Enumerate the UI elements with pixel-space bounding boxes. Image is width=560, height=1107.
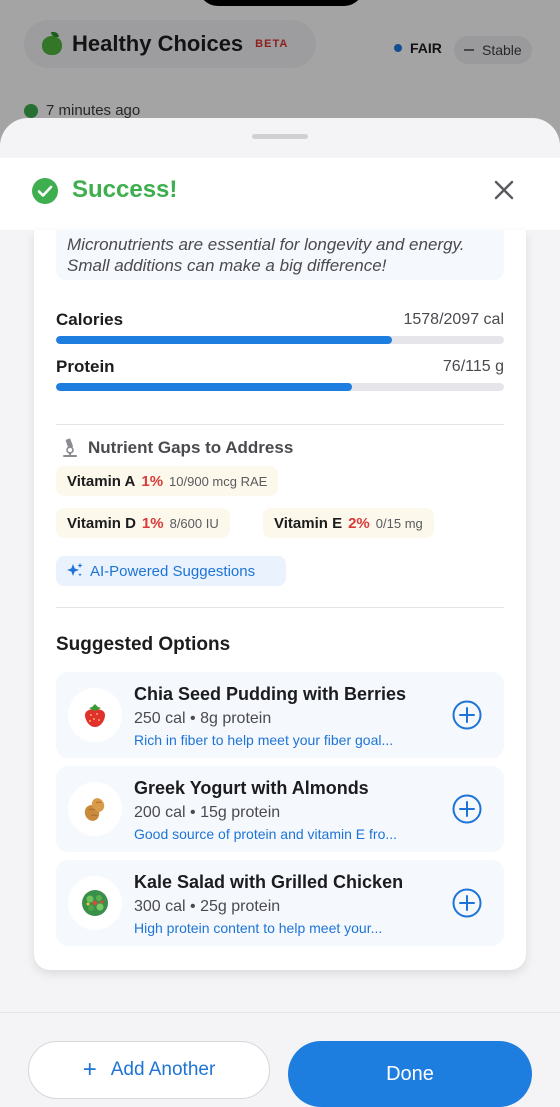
ai-suggestions-badge: AI-Powered Suggestions	[56, 556, 286, 586]
add-option-button[interactable]	[452, 700, 482, 730]
sparkle-icon	[67, 563, 83, 577]
calories-progress-fill	[56, 336, 392, 344]
close-icon	[494, 180, 514, 200]
peanut-icon	[68, 782, 122, 836]
microscope-icon	[63, 438, 77, 457]
protein-progress-fill	[56, 383, 352, 391]
protein-value: 76/115 g	[442, 358, 504, 375]
calories-value: 1578/2097 cal	[403, 311, 504, 328]
option-name: Chia Seed Pudding with Berries	[134, 684, 407, 704]
protein-label: Protein	[56, 357, 115, 376]
close-button[interactable]	[486, 172, 522, 208]
option-meta: 300 cal • 25g protein	[134, 898, 281, 915]
ai-suggestions-label: AI-Powered Suggestions	[90, 562, 256, 580]
protein-progress-bar	[56, 383, 504, 391]
done-label: Done	[386, 1062, 434, 1085]
sheet-footer: + Add Another Done	[0, 1012, 560, 1107]
salad-icon	[68, 876, 122, 930]
option-name: Kale Salad with Grilled Chicken	[134, 872, 404, 892]
option-card-chia-pudding[interactable]: Chia Seed Pudding with Berries 250 cal •…	[56, 672, 504, 758]
add-option-button[interactable]	[452, 794, 482, 824]
success-check-icon	[32, 178, 58, 204]
add-another-button[interactable]: + Add Another	[28, 1041, 270, 1099]
suggested-options-title: Suggested Options	[56, 634, 231, 655]
nutrient-gap-chip: Vitamin D 1% 8/600 IU	[56, 508, 230, 538]
add-another-label: Add Another	[110, 1059, 216, 1080]
option-meta: 200 cal • 15g protein	[134, 804, 281, 821]
sheet-header: Success!	[0, 158, 560, 230]
option-description: Rich in fiber to help meet your fiber go…	[134, 732, 394, 748]
strawberry-icon	[68, 688, 122, 742]
add-option-button[interactable]	[452, 888, 482, 918]
sheet-title: Success!	[72, 176, 178, 203]
option-card-kale-salad[interactable]: Kale Salad with Grilled Chicken 300 cal …	[56, 860, 504, 946]
divider	[56, 424, 504, 425]
plus-icon: +	[82, 1056, 97, 1083]
option-meta: 250 cal • 8g protein	[134, 710, 272, 727]
nutrient-gap-chip: Vitamin E 2% 0/15 mg	[263, 508, 434, 538]
success-sheet: Success! Micronutrients are essential fo…	[0, 118, 560, 1107]
calories-label: Calories	[56, 310, 124, 329]
divider	[56, 607, 504, 608]
done-button[interactable]: Done	[288, 1041, 532, 1107]
summary-card: Micronutrients are essential for longevi…	[34, 230, 526, 970]
nutrient-gaps-title: Nutrient Gaps to Address	[60, 438, 293, 458]
option-card-greek-yogurt[interactable]: Greek Yogurt with Almonds 200 cal • 15g …	[56, 766, 504, 852]
option-description: High protein content to help meet your..…	[134, 920, 383, 936]
nutrient-gap-chip: Vitamin A 1% 10/900 mcg RAE	[56, 466, 279, 496]
sheet-grabber[interactable]	[252, 134, 308, 139]
tip-text: Micronutrients are essential for longevi…	[67, 235, 465, 275]
option-name: Greek Yogurt with Almonds	[134, 778, 369, 798]
option-description: Good source of protein and vitamin E fro…	[134, 826, 398, 842]
calories-progress-bar	[56, 336, 504, 344]
